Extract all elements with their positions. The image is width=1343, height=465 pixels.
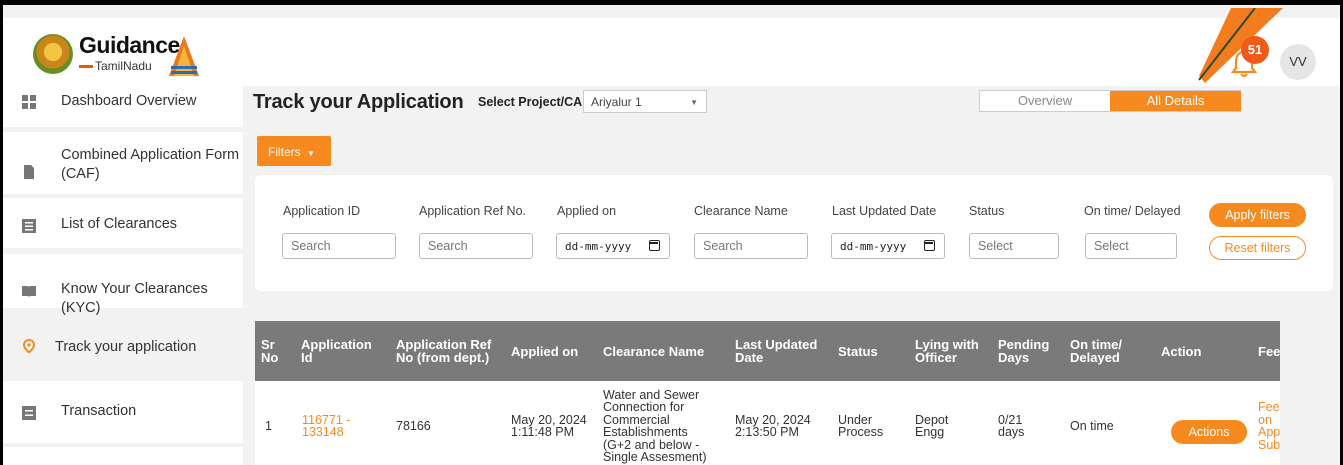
sidebar: Dashboard Overview Combined Application …: [3, 86, 243, 465]
filter-panel: Application ID Application Ref No. Appli…: [255, 175, 1333, 291]
ontime-select[interactable]: Select: [1085, 233, 1177, 259]
sidebar-item-caf[interactable]: Combined Application Form (CAF): [3, 132, 243, 194]
sidebar-item-kyc[interactable]: Know Your Clearances (KYC): [3, 254, 243, 316]
applied-on-date-input[interactable]: dd-mm-yyyy: [556, 233, 670, 259]
col-header-clearance: Clearance Name: [603, 343, 705, 359]
tamilnadu-emblem-icon: [33, 34, 73, 74]
tab-all-details[interactable]: All Details: [1110, 91, 1241, 111]
document-icon: [24, 165, 34, 179]
location-pin-icon: [22, 339, 36, 353]
ref-no-search-input[interactable]: Search: [419, 233, 533, 259]
sidebar-item-transaction[interactable]: Transaction: [3, 381, 243, 443]
top-header: Guidance TamilNadu 51 VV: [3, 8, 1340, 86]
last-updated-date-input[interactable]: dd-mm-yyyy: [831, 233, 945, 259]
project-select-value: Ariyalur 1: [591, 95, 642, 109]
dashboard-icon: [22, 95, 36, 109]
cell-ontime: On time: [1070, 418, 1114, 433]
caret-down-icon: ▼: [307, 149, 315, 158]
sidebar-item-label: Combined Application Form (CAF): [61, 147, 240, 182]
status-select[interactable]: Select: [969, 233, 1059, 259]
filter-label-ontime: On time/ Delayed: [1084, 204, 1181, 218]
cell-applied: May 20, 2024 1:11:48 PM: [511, 412, 587, 439]
logo-title: Guidance: [79, 32, 180, 58]
logo-bar: [79, 65, 93, 68]
table-row: 1 116771 - 133148 78166 May 20, 2024 1:1…: [255, 381, 1280, 465]
cell-app-id-link[interactable]: 116771 - 133148: [302, 381, 364, 465]
sidebar-item-label: Dashboard Overview: [61, 93, 197, 109]
book-icon: [22, 286, 36, 297]
filters-label: Filters: [268, 145, 301, 159]
calendar-icon: [649, 240, 660, 251]
col-header-updated: Last Updated Date: [735, 337, 818, 365]
app-window: Guidance TamilNadu 51 VV Dashboard Overv…: [3, 5, 1340, 465]
date-placeholder: dd-mm-yyyy: [565, 240, 632, 253]
guidance-logo[interactable]: Guidance TamilNadu: [33, 32, 213, 78]
date-placeholder: dd-mm-yyyy: [840, 240, 907, 253]
sidebar-item-label: Track your application: [55, 339, 197, 355]
col-header-feedback: Feedback: [1258, 343, 1280, 359]
apply-filters-button[interactable]: Apply filters: [1209, 203, 1306, 227]
sidebar-item-label: Transaction: [61, 403, 137, 419]
clearance-search-input[interactable]: Search: [694, 233, 808, 259]
col-header-applied: Applied on: [511, 343, 579, 359]
cell-sr: 1: [265, 418, 272, 433]
sidebar-item-clearances[interactable]: List of Clearances: [3, 198, 243, 248]
table-header: Sr No Application Id Application Ref No …: [255, 321, 1280, 381]
project-select-label: Select Project/CAF: [478, 95, 590, 109]
view-toggle: Overview All Details: [979, 90, 1241, 112]
sidebar-item-label: List of Clearances: [61, 216, 178, 232]
cell-lying: Depot Engg: [915, 412, 949, 439]
col-header-pending: Pending Days: [998, 337, 1050, 365]
col-header-status: Status: [838, 343, 878, 359]
filter-label-ref-no: Application Ref No.: [419, 204, 527, 218]
col-header-action: Action: [1161, 343, 1202, 359]
sidebar-item-track[interactable]: Track your application: [3, 315, 243, 379]
cell-ref: 78166: [396, 418, 431, 433]
project-select[interactable]: Ariyalur 1 ▼: [583, 90, 707, 113]
filter-label-last-updated: Last Updated Date: [832, 204, 937, 218]
list-icon: [22, 219, 36, 233]
sidebar-item-next[interactable]: [3, 447, 243, 465]
filter-label-app-id: Application ID: [283, 204, 361, 218]
user-avatar[interactable]: VV: [1280, 44, 1316, 80]
flame-icon: [169, 36, 199, 76]
col-header-app-id: Application Id: [301, 337, 372, 365]
chevron-down-icon: ▼: [690, 98, 698, 107]
reset-filters-button[interactable]: Reset filters: [1209, 236, 1306, 260]
cell-pending: 0/21 days: [998, 412, 1025, 439]
cell-status: Under Process: [838, 412, 884, 439]
app-id-search-input[interactable]: Search: [282, 233, 396, 259]
cell-clearance: Water and Sewer Connection for Commercia…: [603, 387, 707, 464]
tab-overview[interactable]: Overview: [980, 91, 1110, 111]
sidebar-item-dashboard[interactable]: Dashboard Overview: [3, 86, 243, 127]
transaction-icon: [22, 406, 36, 420]
filters-button[interactable]: Filters ▼: [257, 136, 331, 166]
sidebar-item-label: Know Your Clearances (KYC): [61, 281, 208, 316]
filter-label-applied-on: Applied on: [557, 204, 617, 218]
cell-feedback-link[interactable]: Feedback on Application Submission: [1258, 381, 1280, 465]
page-title: Track your Application: [253, 91, 464, 113]
actions-button[interactable]: Actions: [1171, 420, 1247, 444]
filter-label-status: Status: [969, 204, 1005, 218]
col-header-lying: Lying with Officer: [915, 337, 979, 365]
filter-label-clearance: Clearance Name: [694, 204, 788, 218]
notification-badge[interactable]: 51: [1241, 36, 1269, 64]
cell-updated: May 20, 2024 2:13:50 PM: [735, 412, 811, 439]
logo-subtitle: TamilNadu: [95, 59, 152, 73]
col-header-sr: Sr No: [261, 337, 279, 365]
calendar-icon: [924, 240, 935, 251]
col-header-ref: Application Ref No (from dept.): [396, 337, 492, 365]
col-header-ontime: On time/ Delayed: [1070, 337, 1123, 365]
